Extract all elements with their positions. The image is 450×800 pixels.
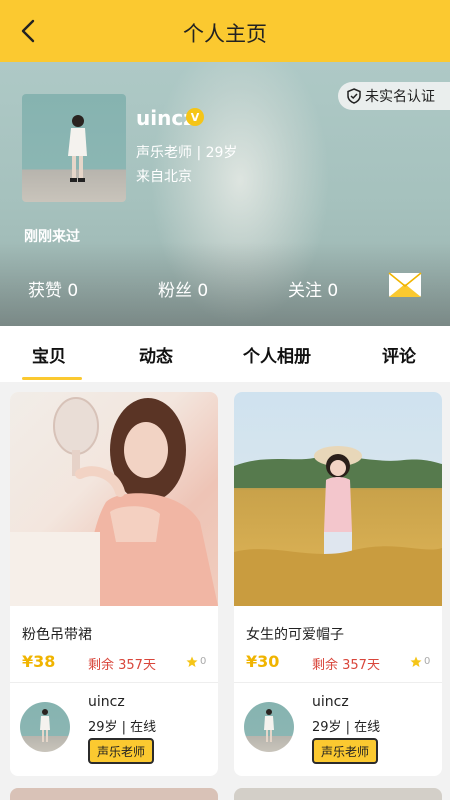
- product-card[interactable]: 女生的可爱帽子 ¥30 剩余 357天 0 uincz 29岁 | 在线 声乐老…: [234, 392, 442, 776]
- seller-name: uincz: [88, 694, 125, 710]
- active-tab-indicator: [22, 377, 82, 380]
- seller-tag[interactable]: 声乐老师: [312, 738, 379, 764]
- star-icon: [186, 656, 198, 667]
- profile-banner: 未实名认证 uincz V 声乐老师 | 29岁 来自北京 刚刚来过 获赞 0 …: [0, 62, 450, 326]
- tab-comments[interactable]: 评论: [382, 342, 416, 367]
- product-image[interactable]: [234, 392, 442, 606]
- product-remaining: 剩余 357天: [88, 658, 156, 673]
- star-count: 0: [200, 656, 207, 667]
- product-photo-illustration: [234, 446, 442, 606]
- star-count: 0: [424, 656, 431, 667]
- shield-icon: [347, 88, 361, 104]
- verification-label: 未实名认证: [365, 89, 435, 105]
- star-icon: [410, 656, 422, 667]
- page-title: 个人主页: [183, 22, 267, 46]
- tab-dynamics[interactable]: 动态: [139, 342, 173, 367]
- vip-icon: V: [186, 108, 204, 126]
- next-product-card[interactable]: [234, 788, 442, 800]
- following-count[interactable]: 关注 0: [288, 276, 338, 301]
- user-profession-age: 声乐老师 | 29岁: [136, 145, 238, 161]
- product-price: ¥38: [22, 652, 56, 671]
- seller-avatar[interactable]: [20, 702, 70, 752]
- seller-meta: 29岁 | 在线: [88, 720, 157, 735]
- likes-count[interactable]: 获赞 0: [28, 276, 78, 301]
- product-title: 粉色吊带裙: [22, 627, 92, 643]
- verification-badge[interactable]: 未实名认证: [338, 82, 450, 110]
- divider: [234, 682, 442, 683]
- person-figure: [68, 115, 87, 182]
- tab-album[interactable]: 个人相册: [243, 342, 311, 367]
- product-title: 女生的可爱帽子: [246, 627, 344, 643]
- profile-avatar[interactable]: [22, 94, 126, 202]
- seller-tag[interactable]: 声乐老师: [88, 738, 155, 764]
- product-image[interactable]: [10, 392, 218, 606]
- divider: [10, 682, 218, 683]
- seller-avatar[interactable]: [244, 702, 294, 752]
- tab-bar: 宝贝 动态 个人相册 评论: [0, 326, 450, 382]
- product-remaining: 剩余 357天: [312, 658, 380, 673]
- fans-count[interactable]: 粉丝 0: [158, 276, 208, 301]
- seller-meta: 29岁 | 在线: [312, 720, 381, 735]
- person-figure: [264, 709, 274, 742]
- seller-name: uincz: [312, 694, 349, 710]
- top-bar: 个人主页: [0, 0, 450, 62]
- person-figure: [40, 709, 50, 742]
- product-price: ¥30: [246, 652, 280, 671]
- next-product-card[interactable]: [10, 788, 218, 800]
- product-photo-illustration: [10, 397, 218, 606]
- tab-baby[interactable]: 宝贝: [32, 342, 66, 367]
- product-card[interactable]: 粉色吊带裙 ¥38 剩余 357天 0 uincz 29岁 | 在线 声乐老师: [10, 392, 218, 776]
- last-seen-status: 刚刚来过: [24, 229, 80, 245]
- message-icon[interactable]: [388, 272, 422, 298]
- user-city: 来自北京: [136, 169, 192, 185]
